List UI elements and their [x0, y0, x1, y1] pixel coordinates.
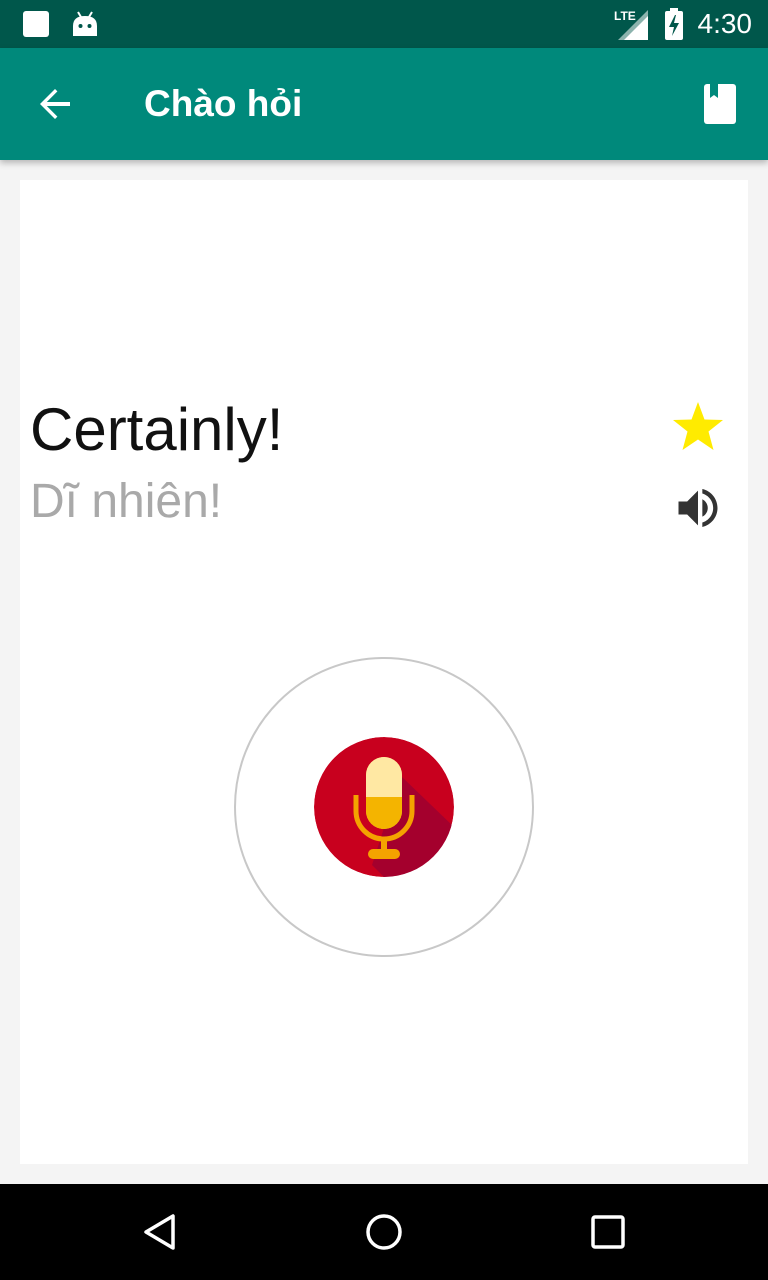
status-left-icons	[22, 10, 98, 38]
star-icon	[673, 402, 723, 450]
system-navigation-bar	[0, 1184, 768, 1280]
battery-charging-icon	[664, 8, 683, 40]
status-time: 4:30	[697, 8, 753, 39]
nav-back-button[interactable]	[140, 1212, 180, 1252]
app-bar: Chào hỏi	[0, 48, 768, 160]
speaker-button[interactable]	[672, 482, 724, 534]
nav-back-icon	[144, 1214, 175, 1250]
volume-up-icon	[678, 489, 718, 527]
status-bar: LTE 4:30	[0, 0, 768, 48]
android-icon	[73, 11, 97, 36]
bookmark-button[interactable]	[700, 82, 740, 126]
nav-recents-icon	[591, 1215, 625, 1249]
arrow-back-icon	[40, 89, 70, 119]
phrase-card: Certainly! Dĩ nhiên!	[20, 180, 748, 1164]
nav-home-button[interactable]	[364, 1212, 404, 1252]
microphone-icon	[314, 737, 454, 877]
favorite-button[interactable]	[670, 400, 726, 454]
nav-recents-button[interactable]	[588, 1212, 628, 1252]
phrase-vietnamese-text: Dĩ nhiên!	[30, 475, 223, 528]
status-right-icons: LTE 4:30	[614, 8, 753, 40]
microphone-button[interactable]	[314, 737, 454, 877]
notification-square-icon	[23, 11, 49, 37]
lte-signal-icon: LTE	[614, 9, 648, 40]
svg-text:LTE: LTE	[614, 9, 636, 23]
bookmark-book-icon	[704, 84, 736, 124]
nav-home-icon	[366, 1214, 402, 1250]
phrase-english-text: Certainly!	[30, 396, 284, 463]
page-title: Chào hỏi	[144, 83, 303, 124]
back-button[interactable]	[32, 80, 80, 128]
